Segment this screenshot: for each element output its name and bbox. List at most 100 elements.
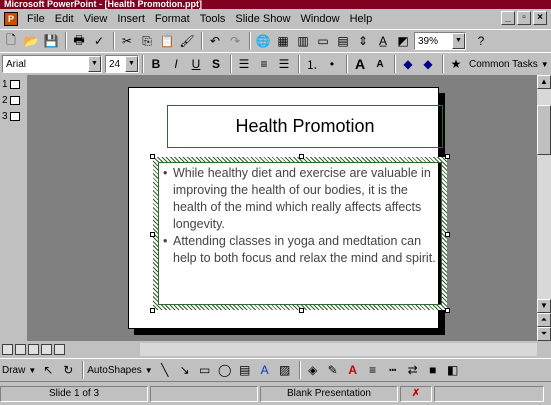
new-icon[interactable]: 🗋 (2, 32, 20, 50)
chevron-down-icon[interactable]: ▼ (88, 56, 101, 72)
wordart-icon[interactable]: A (256, 361, 274, 379)
vertical-scrollbar[interactable]: ▲ ▼ ⏶ ⏷ (537, 75, 551, 341)
chevron-down-icon[interactable]: ▼ (541, 60, 549, 69)
slide-title-placeholder[interactable]: Health Promotion (167, 105, 443, 148)
redo-icon[interactable]: ↷ (226, 32, 244, 50)
grayscale-icon[interactable]: ◩ (394, 32, 412, 50)
resize-handle[interactable] (150, 154, 155, 159)
outline-slide-1[interactable]: 1 (2, 79, 20, 90)
slide-sorter-view-icon[interactable] (41, 344, 52, 355)
3d-icon[interactable]: ◧ (444, 361, 462, 379)
chevron-down-icon[interactable]: ▼ (145, 366, 153, 375)
resize-handle[interactable] (299, 154, 304, 159)
scroll-down-icon[interactable]: ▼ (537, 299, 551, 313)
shadow-icon[interactable]: ■ (424, 361, 442, 379)
decrease-font-icon[interactable]: A (371, 55, 389, 73)
chart-icon[interactable]: ▥ (294, 32, 312, 50)
rectangle-icon[interactable]: ▭ (196, 361, 214, 379)
line-style-icon[interactable]: ≡ (364, 361, 382, 379)
slide-canvas[interactable]: Health Promotion • While healthy diet and… (128, 87, 450, 329)
show-formatting-icon[interactable]: A̲ (374, 32, 392, 50)
print-icon[interactable]: 🖶 (70, 32, 88, 50)
chevron-down-icon[interactable]: ▼ (452, 33, 465, 49)
outline-view-icon[interactable] (15, 344, 26, 355)
italic-button[interactable]: I (167, 55, 185, 73)
shadow-button[interactable]: S (207, 55, 225, 73)
slide-view-icon[interactable] (28, 344, 39, 355)
fill-color-icon[interactable]: ◈ (304, 361, 322, 379)
menu-window[interactable]: Window (295, 13, 344, 25)
select-objects-icon[interactable]: ↖ (39, 361, 57, 379)
menu-slide-show[interactable]: Slide Show (230, 13, 295, 25)
new-slide-icon[interactable]: ▭ (314, 32, 332, 50)
font-select[interactable]: Arial ▼ (2, 55, 102, 73)
horizontal-scrollbar[interactable] (140, 343, 537, 356)
promote-icon[interactable]: ◆ (399, 55, 417, 73)
next-slide-icon[interactable]: ⏷ (537, 327, 551, 341)
restore-icon[interactable]: ▫ (517, 11, 531, 25)
hyperlink-icon[interactable]: 🌐 (254, 32, 272, 50)
save-icon[interactable]: 💾 (42, 32, 60, 50)
minimize-icon[interactable]: _ (501, 11, 515, 25)
resize-handle[interactable] (150, 308, 155, 313)
copy-icon[interactable]: ⎘ (138, 32, 156, 50)
line-icon[interactable]: ╲ (156, 361, 174, 379)
app-icon[interactable]: P (4, 12, 18, 26)
arrow-style-icon[interactable]: ⇄ (404, 361, 422, 379)
undo-icon[interactable]: ↶ (206, 32, 224, 50)
text-box-icon[interactable]: ▤ (236, 361, 254, 379)
resize-handle[interactable] (299, 308, 304, 313)
demote-icon[interactable]: ◆ (419, 55, 437, 73)
resize-handle[interactable] (445, 154, 450, 159)
menu-insert[interactable]: Insert (112, 13, 150, 25)
outline-slide-2[interactable]: 2 (2, 95, 20, 106)
free-rotate-icon[interactable]: ↻ (59, 361, 77, 379)
zoom-select[interactable]: 39% ▼ (414, 32, 466, 50)
dash-style-icon[interactable]: ┅ (384, 361, 402, 379)
menu-format[interactable]: Format (150, 13, 195, 25)
format-painter-icon[interactable]: 🖌 (178, 32, 196, 50)
underline-button[interactable]: U (187, 55, 205, 73)
align-center-icon[interactable]: ≡ (255, 55, 273, 73)
arrow-icon[interactable]: ↘ (176, 361, 194, 379)
menu-edit[interactable]: Edit (50, 13, 79, 25)
resize-handle[interactable] (150, 232, 155, 237)
slide-show-icon[interactable] (54, 344, 65, 355)
align-left-icon[interactable]: ☰ (235, 55, 253, 73)
common-tasks-icon[interactable]: ★ (447, 55, 465, 73)
common-tasks-button[interactable]: Common Tasks (469, 59, 538, 70)
menu-file[interactable]: File (22, 13, 50, 25)
menu-help[interactable]: Help (345, 13, 378, 25)
increase-font-icon[interactable]: A (351, 55, 369, 73)
bullets-icon[interactable]: • (323, 55, 341, 73)
chevron-down-icon[interactable]: ▼ (28, 366, 36, 375)
line-color-icon[interactable]: ✎ (324, 361, 342, 379)
scroll-up-icon[interactable]: ▲ (537, 75, 551, 89)
outline-slide-3[interactable]: 3 (2, 111, 20, 122)
table-icon[interactable]: ▦ (274, 32, 292, 50)
help-icon[interactable]: ? (472, 32, 490, 50)
expand-icon[interactable]: ⇕ (354, 32, 372, 50)
cut-icon[interactable]: ✂ (118, 32, 136, 50)
font-size-select[interactable]: 24 ▼ (105, 55, 139, 73)
bold-button[interactable]: B (147, 55, 165, 73)
menu-view[interactable]: View (79, 13, 113, 25)
normal-view-icon[interactable] (2, 344, 13, 355)
open-icon[interactable]: 📂 (22, 32, 40, 50)
draw-menu-button[interactable]: Draw (2, 365, 25, 376)
autoshapes-menu-button[interactable]: AutoShapes (87, 365, 142, 376)
clip-art-icon[interactable]: ▨ (276, 361, 294, 379)
body-text-area[interactable]: • While healthy diet and exercise are val… (158, 162, 442, 305)
slide-layout-icon[interactable]: ▤ (334, 32, 352, 50)
spelling-icon[interactable]: ✓ (90, 32, 108, 50)
align-right-icon[interactable]: ☰ (275, 55, 293, 73)
slide-body-placeholder[interactable]: • While healthy diet and exercise are val… (150, 154, 450, 313)
numbering-icon[interactable]: ⒈ (303, 55, 321, 73)
close-icon[interactable]: × (533, 11, 547, 25)
paste-icon[interactable]: 📋 (158, 32, 176, 50)
menu-tools[interactable]: Tools (195, 13, 231, 25)
chevron-down-icon[interactable]: ▼ (125, 56, 138, 72)
previous-slide-icon[interactable]: ⏶ (537, 313, 551, 327)
scroll-thumb[interactable] (537, 105, 551, 155)
oval-icon[interactable]: ◯ (216, 361, 234, 379)
